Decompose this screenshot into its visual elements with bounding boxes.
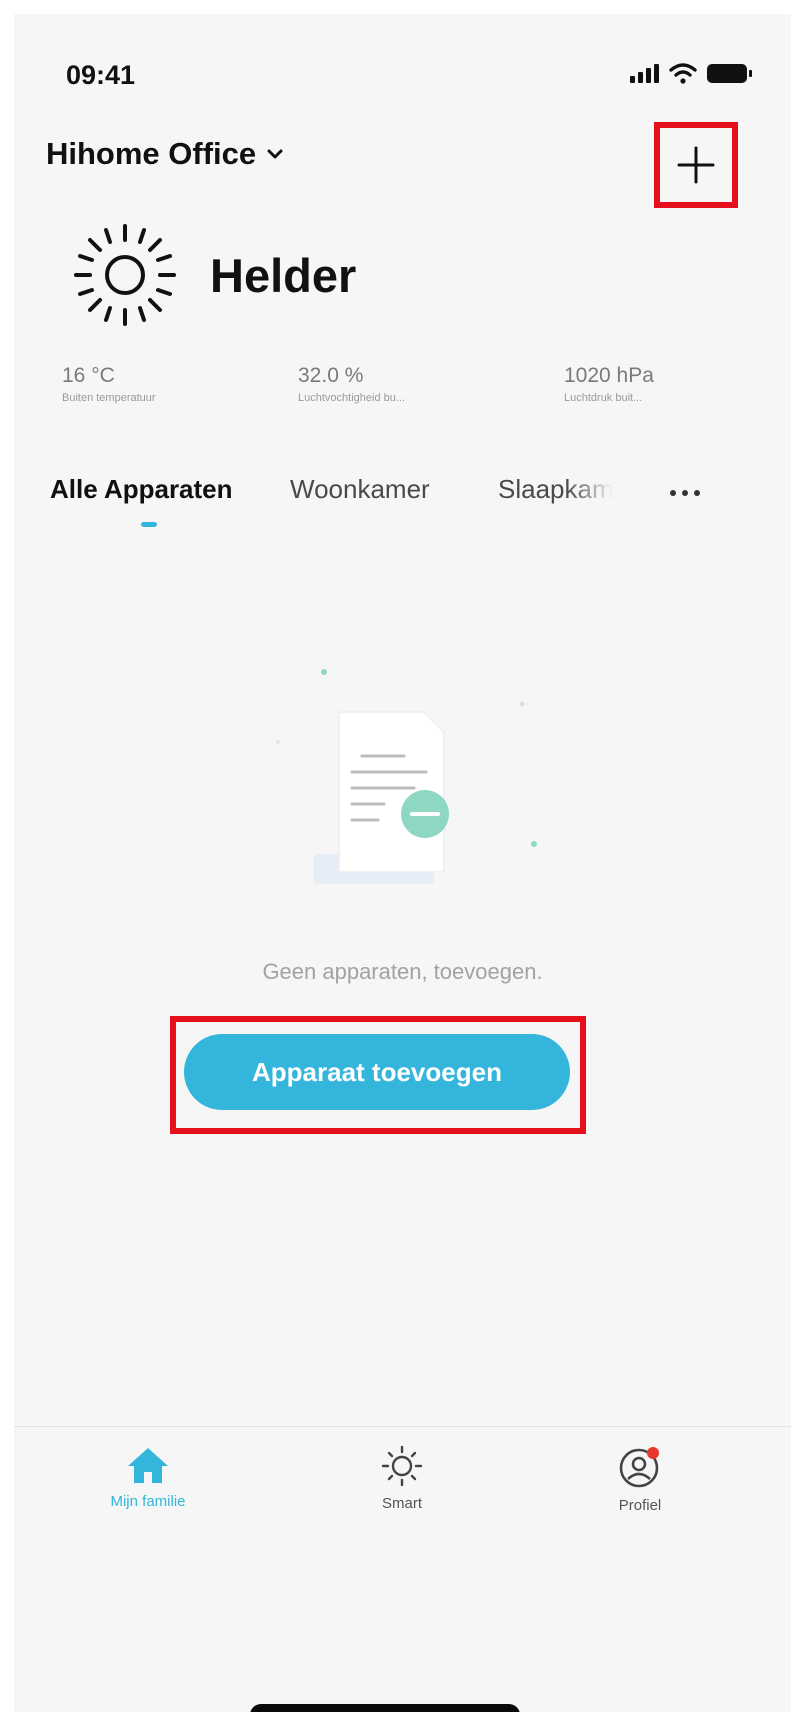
stat-temperature: 16 °C Buiten temperatuur [62,364,156,404]
home-name: Hihome Office [46,136,257,171]
stat-value: 16 °C [62,364,115,387]
add-button[interactable] [654,122,738,208]
tab-woonkamer[interactable]: Woonkamer [290,474,430,505]
stat-value: 1020 hPa [564,364,654,387]
chevron-down-icon [267,149,283,159]
stat-pressure: 1020 hPa Luchtdruk buit... [564,364,654,404]
bottom-nav: Mijn familie Smart Profiel [14,1426,791,1546]
nav-label: Smart [381,1495,422,1512]
nav-item-mijn-familie[interactable]: Mijn familie [68,1445,228,1510]
stat-label: Luchtvochtigheid bu... [298,392,406,404]
home-icon [128,1448,168,1483]
notification-badge [647,1447,659,1459]
nav-label: Profiel [618,1497,662,1514]
sun-icon [74,224,176,326]
stat-value: 32.0 % [298,364,364,387]
home-indicator [250,1704,520,1712]
status-time: 09:41 [66,60,136,90]
sun-icon [381,1445,423,1487]
nav-item-smart[interactable]: Smart [322,1445,482,1512]
more-icon[interactable] [670,490,700,496]
nav-item-profiel[interactable]: Profiel [560,1445,720,1514]
app-screen: 09:41 Hihome Office Helder 16 °C Buiten … [14,14,791,1712]
wifi-icon [669,63,697,84]
empty-devices-illustration [276,669,537,884]
tab-alle-apparaten[interactable]: Alle Apparaten [50,474,233,505]
weather-summary: Helder [70,220,356,330]
battery-icon [707,63,752,83]
nav-label: Mijn familie [110,1493,186,1510]
stat-humidity: 32.0 % Luchtvochtigheid bu... [298,364,405,404]
active-tab-indicator [141,522,157,527]
status-icons [630,58,752,88]
home-selector[interactable]: Hihome Office [46,136,284,172]
weather-condition: Helder [210,248,357,302]
empty-state-message: Geen apparaten, toevoegen. [262,959,543,984]
plus-icon [677,146,715,184]
signal-icon [630,63,659,83]
tab-slaapkamer[interactable]: Slaapkamer [498,474,613,505]
profile-icon [619,1447,659,1488]
stat-label: Luchtdruk buit... [564,392,643,404]
status-bar: 09:41 [14,14,791,124]
add-device-button[interactable]: Apparaat toevoegen [184,1034,570,1110]
room-tabs: Alle Apparaten Woonkamer Slaapkamer [14,474,791,554]
stat-label: Buiten temperatuur [62,392,156,404]
